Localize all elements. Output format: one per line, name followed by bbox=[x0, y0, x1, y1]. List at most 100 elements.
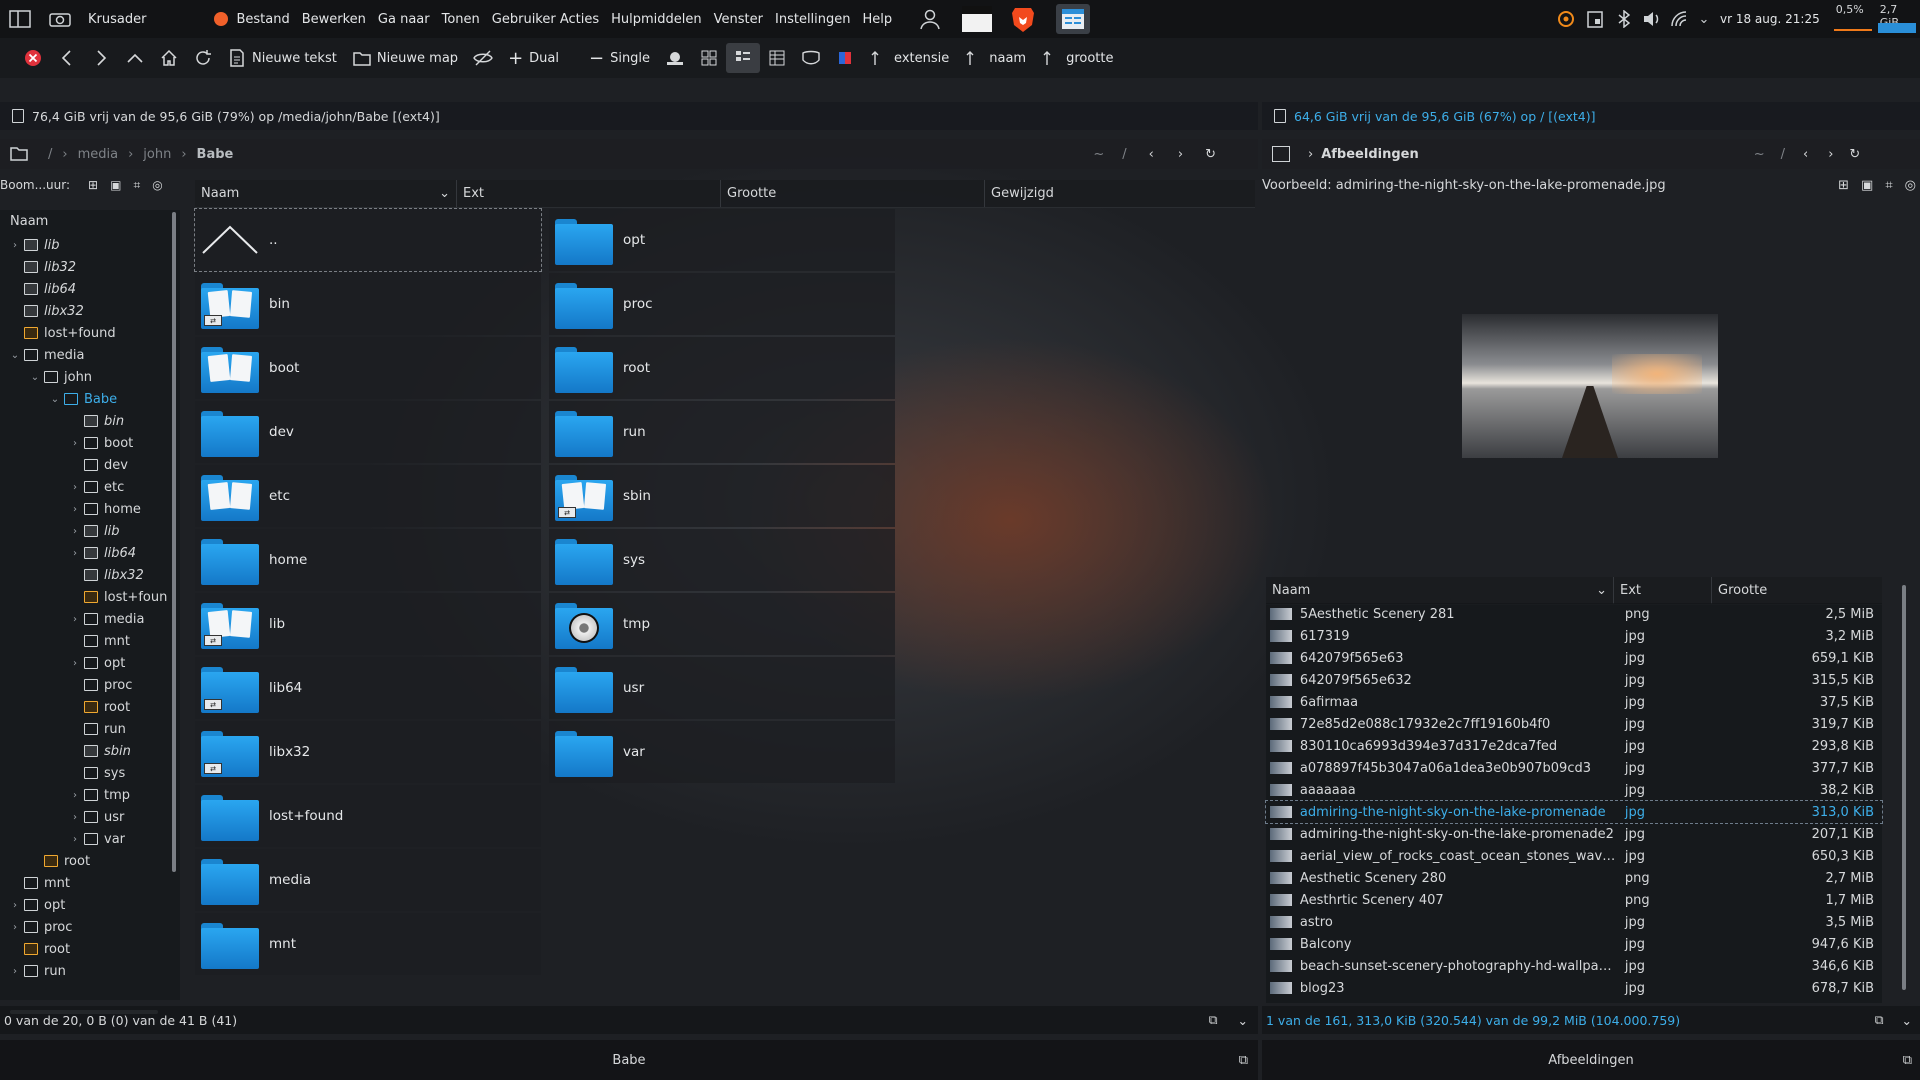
single-button[interactable]: − Single bbox=[581, 42, 658, 74]
tree-item[interactable]: › opt bbox=[0, 894, 180, 916]
new-text-button[interactable]: Nieuwe tekst bbox=[220, 42, 345, 74]
tree-tool-icon[interactable]: ▣ bbox=[110, 178, 121, 192]
tree-item[interactable]: lib32 bbox=[0, 256, 180, 278]
tree-item[interactable]: libx32 bbox=[0, 300, 180, 322]
brave-browser-icon[interactable] bbox=[1010, 5, 1036, 33]
right-scrollbar[interactable] bbox=[1902, 585, 1906, 990]
tree-item[interactable]: lost+found bbox=[0, 322, 180, 344]
tree-item[interactable]: proc bbox=[0, 674, 180, 696]
menu-ga-naar[interactable]: Ga naar bbox=[372, 12, 436, 27]
chevron-down-icon[interactable]: ⌄ bbox=[1238, 1013, 1248, 1028]
crumb-home-button[interactable]: ~ bbox=[1093, 147, 1104, 162]
folder-item[interactable]: mnt bbox=[195, 913, 541, 975]
file-row[interactable]: Balcony jpg 947,6 KiB bbox=[1266, 933, 1882, 955]
tree-item[interactable]: ⌄ john bbox=[0, 366, 180, 388]
volume-icon[interactable] bbox=[1638, 11, 1666, 27]
user-icon[interactable] bbox=[918, 7, 942, 31]
tree-item[interactable]: › usr bbox=[0, 806, 180, 828]
tree-item[interactable]: sys bbox=[0, 762, 180, 784]
col-modified[interactable]: Gewijzigd bbox=[985, 180, 1255, 207]
file-row[interactable]: Aesthetic Scenery 280 png 2,7 MiB bbox=[1266, 867, 1882, 889]
col-name[interactable]: Naam ⌄ bbox=[1266, 577, 1614, 604]
chevron-right-icon[interactable]: › bbox=[68, 658, 82, 669]
chevron-right-icon[interactable]: › bbox=[8, 966, 22, 977]
copy-icon[interactable]: ⧉ bbox=[1209, 1012, 1218, 1028]
crumb-afbeeldingen[interactable]: Afbeeldingen bbox=[1321, 147, 1419, 162]
file-row[interactable]: 5Aesthetic Scenery 281 png 2,5 MiB bbox=[1266, 603, 1882, 625]
tree-item[interactable]: › lib bbox=[0, 520, 180, 542]
tree-item[interactable]: sbin bbox=[0, 740, 180, 762]
tree-item[interactable]: lib64 bbox=[0, 278, 180, 300]
file-row[interactable]: aerial_view_of_rocks_coast_ocean_stones_… bbox=[1266, 845, 1882, 867]
tree-scrollbar[interactable] bbox=[172, 212, 176, 872]
preview-tool-icon[interactable]: ◎ bbox=[1905, 178, 1916, 193]
file-row[interactable]: aaaaaaa jpg 38,2 KiB bbox=[1266, 779, 1882, 801]
clipboard-icon[interactable] bbox=[1580, 10, 1610, 28]
sort-size-button[interactable]: grootte bbox=[1034, 42, 1121, 74]
folder-item[interactable]: ⇄ sbin bbox=[549, 465, 895, 527]
menu-tonen[interactable]: Tonen bbox=[436, 12, 486, 27]
back-icon[interactable] bbox=[50, 50, 84, 66]
tab-babe[interactable]: Babe bbox=[612, 1053, 645, 1068]
menu-bewerken[interactable]: Bewerken bbox=[296, 12, 372, 27]
icon-view-icon[interactable] bbox=[692, 50, 726, 66]
file-row[interactable]: 830110ca6993d394e37d317e2dca7fed jpg 293,8… bbox=[1266, 735, 1882, 757]
folder-item[interactable]: tmp bbox=[549, 593, 895, 655]
menu-venster[interactable]: Venster bbox=[708, 12, 769, 27]
folder-item[interactable]: dev bbox=[195, 401, 541, 463]
preview-icon[interactable] bbox=[794, 50, 828, 66]
crumb-root-button[interactable]: / bbox=[1781, 147, 1785, 162]
tree-item[interactable]: › lib bbox=[0, 234, 180, 256]
menu-gebruiker-acties[interactable]: Gebruiker Acties bbox=[486, 12, 605, 27]
tree-item[interactable]: › var bbox=[0, 828, 180, 850]
folder-item[interactable]: sys bbox=[549, 529, 895, 591]
folder-item[interactable]: ⇄ bin bbox=[195, 273, 541, 335]
menu-instellingen[interactable]: Instellingen bbox=[769, 12, 857, 27]
chevron-right-icon[interactable]: › bbox=[68, 614, 82, 625]
tree-item[interactable]: › lib64 bbox=[0, 542, 180, 564]
tree-item[interactable]: › etc bbox=[0, 476, 180, 498]
new-tab-icon[interactable]: ⧉ bbox=[1239, 1053, 1248, 1068]
sort-extension-button[interactable]: extensie bbox=[862, 42, 957, 74]
crumb-back-icon[interactable]: ‹ bbox=[1803, 147, 1808, 162]
crumb-media[interactable]: media bbox=[78, 147, 119, 162]
crumb-reload-icon[interactable]: ↻ bbox=[1205, 147, 1216, 162]
file-manager-app-icon[interactable] bbox=[1056, 4, 1091, 34]
file-row[interactable]: 642079f565e63 jpg 659,1 KiB bbox=[1266, 647, 1882, 669]
tree-item[interactable]: ⌄ media bbox=[0, 344, 180, 366]
chevron-right-icon[interactable]: › bbox=[68, 790, 82, 801]
dual-button[interactable]: + Dual bbox=[500, 42, 567, 74]
folder-item[interactable]: ⇄ lib bbox=[195, 593, 541, 655]
folder-item[interactable]: home bbox=[195, 529, 541, 591]
menu-help[interactable]: Help bbox=[857, 12, 899, 27]
chevron-right-icon[interactable]: › bbox=[68, 526, 82, 537]
crumb-root[interactable]: / bbox=[48, 147, 52, 162]
folder-item[interactable]: ⇄ libx32 bbox=[195, 721, 541, 783]
folder-icon[interactable] bbox=[10, 147, 28, 161]
chevron-right-icon[interactable]: › bbox=[68, 834, 82, 845]
folder-item[interactable]: run bbox=[549, 401, 895, 463]
folder-item[interactable]: lost+found bbox=[195, 785, 541, 847]
menu-bestand[interactable]: Bestand bbox=[230, 12, 295, 27]
file-row[interactable]: astro jpg 3,5 MiB bbox=[1266, 911, 1882, 933]
tree-item[interactable]: › media bbox=[0, 608, 180, 630]
col-ext[interactable]: Ext bbox=[457, 180, 721, 207]
crumb-root-button[interactable]: / bbox=[1122, 147, 1126, 162]
tree-item[interactable]: dev bbox=[0, 454, 180, 476]
chevron-right-icon[interactable]: › bbox=[68, 482, 82, 493]
folder-item[interactable]: media bbox=[195, 849, 541, 911]
file-row[interactable]: admiring-the-night-sky-on-the-lake-prome… bbox=[1266, 823, 1882, 845]
tree-item[interactable]: › tmp bbox=[0, 784, 180, 806]
tree-item[interactable]: › boot bbox=[0, 432, 180, 454]
chevron-right-icon[interactable]: › bbox=[68, 504, 82, 515]
tree-tool-icon[interactable]: ⊞ bbox=[88, 178, 98, 192]
crumb-reload-icon[interactable]: ↻ bbox=[1849, 147, 1860, 162]
file-row[interactable]: 72e85d2e088c17932e2c7ff19160b4f0 jpg 319,7… bbox=[1266, 713, 1882, 735]
file-row[interactable]: 6afirmaa jpg 37,5 KiB bbox=[1266, 691, 1882, 713]
col-name[interactable]: Naam ⌄ bbox=[195, 180, 457, 207]
tree-item[interactable]: root bbox=[0, 850, 180, 872]
window-tiling-icon[interactable] bbox=[0, 0, 40, 38]
crumb-forward-icon[interactable]: › bbox=[1178, 147, 1183, 162]
screenshot-icon[interactable] bbox=[40, 0, 80, 38]
folder-item[interactable]: proc bbox=[549, 273, 895, 335]
